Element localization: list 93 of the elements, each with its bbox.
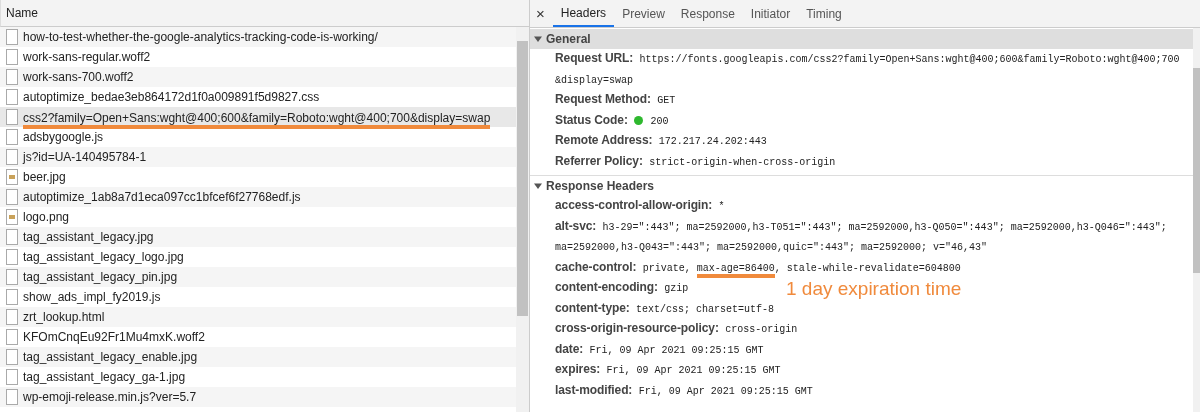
file-row[interactable]: tag_assistant_legacy_pin.jpg — [0, 267, 516, 287]
header-value: text/css; charset=utf-8 — [636, 303, 775, 315]
header-value: &display=swap — [555, 74, 633, 86]
file-row[interactable]: js?id=UA-140495784-1 — [0, 147, 516, 167]
close-button[interactable]: × — [530, 0, 553, 27]
scrollbar[interactable] — [1193, 28, 1200, 412]
file-name: tag_assistant_legacy_ga-1.jpg — [23, 370, 186, 384]
annotation-note: 1 day expiration time — [786, 277, 962, 300]
header-name: Request Method: — [555, 92, 651, 106]
file-icon — [6, 189, 18, 205]
file-row[interactable]: tag_assistant_legacy_enable.jpg — [0, 347, 516, 367]
header-name: alt-svc: — [555, 218, 597, 233]
tab[interactable]: Initiator — [742, 0, 799, 27]
tab[interactable]: Timing — [798, 0, 850, 27]
file-row[interactable]: wp-emoji-release.min.js?ver=5.7 — [0, 387, 516, 407]
file-icon — [6, 129, 18, 145]
header-name: Remote Address: — [555, 133, 653, 147]
header-value: 172.217.24.202:443 — [658, 136, 767, 147]
file-name: autoptimize_bedae3eb864172d1f0a009891f5d9827.css — [23, 90, 320, 104]
file-icon — [6, 369, 18, 385]
header-name: content-encoding: — [555, 280, 658, 294]
image-file-icon — [6, 209, 18, 225]
header-value: https://fonts.googleapis.com/css2?family=Open+Sans:wght@400;600&family=Roboto:wght@400;700 — [639, 54, 1180, 65]
header-value: , stale-while-revalidate=604800 — [774, 262, 961, 274]
section-header[interactable]: Response Headers — [530, 175, 1193, 196]
header-name: access-control-allow-origin: — [555, 198, 713, 212]
file-icon — [6, 249, 18, 265]
tab[interactable]: Headers — [552, 0, 615, 27]
header-value: 200 — [650, 115, 669, 127]
file-name: show_ads_impl_fy2019.js — [23, 290, 161, 304]
file-row[interactable]: tag_assistant_legacy.jpg — [0, 227, 516, 247]
file-name: work-sans-regular.woff2 — [23, 50, 151, 64]
file-name: wp-emoji-release.min.js?ver=5.7 — [23, 390, 197, 404]
column-header[interactable]: Name — [0, 0, 529, 27]
header-value: ma=2592000,h3-Q043=":443"; ma=2592000,quic=":443"; ma=2592000; v="46,43" — [555, 242, 988, 253]
header-value: Fri, 09 Apr 2021 09:25:15 GMT — [589, 344, 764, 356]
image-file-icon — [6, 169, 18, 185]
header-value: strict-origin-when-cross-origin — [649, 156, 836, 168]
caret-icon[interactable] — [534, 182, 542, 190]
file-name: beer.jpg — [23, 170, 66, 184]
file-icon — [6, 329, 18, 345]
header-value: h3-29=":443"; ma=2592000,h3-T051=":443"; ma=2592000,h3-Q050=":443"; ma=2592000,h3-Q046=":443"; — [602, 221, 1167, 233]
file-icon — [6, 149, 18, 165]
file-icon — [6, 109, 18, 125]
file-icon — [6, 29, 18, 45]
header-value: cross-origin — [725, 324, 798, 335]
file-row[interactable]: autoptimize_1ab8a7d1eca097cc1bfcef6f27768edf.js — [0, 187, 516, 207]
file-name: zrt_lookup.html — [23, 310, 105, 324]
file-row[interactable]: css2?family=Open+Sans:wght@400;600&family=Roboto:wght@400;700&display=swap — [0, 107, 516, 127]
tab[interactable]: Preview — [614, 0, 673, 27]
scrollbar[interactable] — [516, 27, 529, 412]
header-name: expires: — [555, 362, 601, 376]
file-name: KFOmCnqEu92Fr1Mu4mxK.woff2 — [23, 330, 205, 344]
header-name: cross-origin-resource-policy: — [555, 321, 719, 335]
header-name: Request URL: — [555, 51, 634, 65]
file-name: work-sans-700.woff2 — [23, 70, 134, 84]
header-value: * — [718, 201, 725, 212]
header-name: content-type: — [555, 300, 630, 315]
file-name: tag_assistant_legacy_enable.jpg — [23, 350, 198, 364]
file-icon — [6, 269, 18, 285]
tab[interactable]: Response — [672, 0, 743, 27]
file-icon — [6, 309, 18, 325]
file-row[interactable]: how-to-test-whether-the-google-analytics-tracking-code-is-working/ — [0, 27, 516, 47]
file-name: tag_assistant_legacy_logo.jpg — [23, 250, 184, 264]
header-name: Referrer Policy: — [555, 153, 643, 168]
header-value: Fri, 09 Apr 2021 09:25:15 GMT — [638, 385, 813, 397]
file-icon — [6, 229, 18, 245]
file-icon — [6, 289, 18, 305]
header-value: Fri, 09 Apr 2021 09:25:15 GMT — [606, 365, 781, 376]
file-name: how-to-test-whether-the-google-analytics-tracking-code-is-working/ — [23, 30, 378, 44]
file-name: js?id=UA-140495784-1 — [23, 150, 147, 164]
header-name: Status Code: — [555, 112, 628, 127]
file-row[interactable]: work-sans-700.woff2 — [0, 67, 516, 87]
file-icon — [6, 89, 18, 105]
file-name: tag_assistant_legacy_pin.jpg — [23, 270, 178, 284]
header-name: cache-control: — [555, 259, 637, 274]
file-icon — [6, 389, 18, 405]
caret-icon[interactable] — [534, 35, 542, 43]
file-row[interactable]: zrt_lookup.html — [0, 307, 516, 327]
file-icon — [6, 49, 18, 65]
file-name: autoptimize_1ab8a7d1eca097cc1bfcef6f27768edf.js — [23, 190, 301, 204]
file-icon — [6, 69, 18, 85]
header-value: max-age=86400 — [696, 262, 775, 278]
header-name: date: — [555, 341, 584, 356]
file-name: logo.png — [23, 210, 70, 224]
file-name: tag_assistant_legacy.jpg — [23, 230, 154, 244]
header-value: GET — [657, 95, 676, 106]
header-value: private, — [642, 262, 692, 274]
header-name: last-modified: — [555, 382, 633, 397]
file-icon — [6, 349, 18, 365]
file-name: adsbygoogle.js — [23, 130, 104, 144]
section-header[interactable]: General — [530, 29, 1193, 49]
header-value: gzip — [664, 283, 689, 294]
